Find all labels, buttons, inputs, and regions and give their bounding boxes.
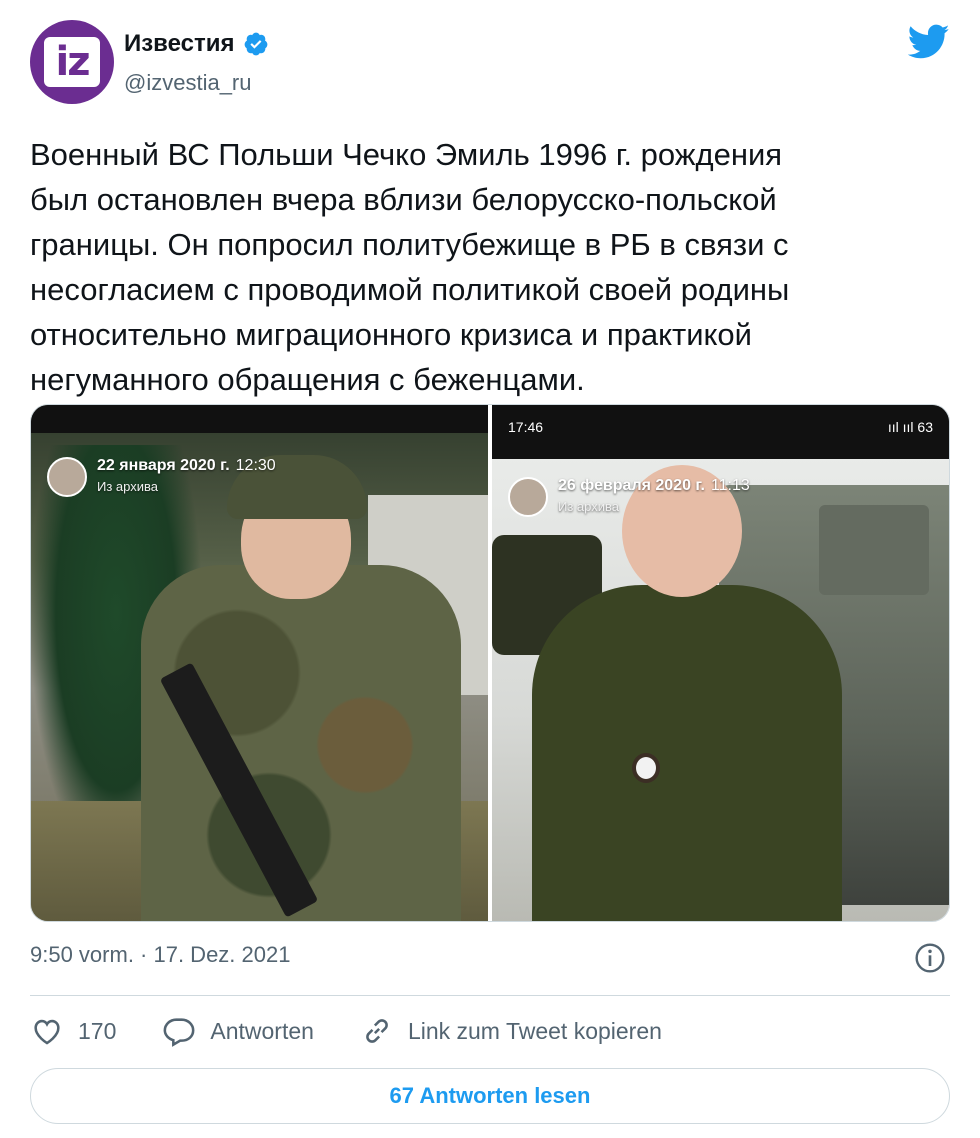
person-figure (532, 585, 842, 921)
copy-link-label: Link zum Tweet kopieren (407, 1017, 662, 1044)
story-avatar (508, 477, 548, 517)
vehicle-launcher (819, 505, 929, 595)
photo-top-bar (31, 405, 488, 433)
status-time: 17:46 (508, 419, 544, 435)
tweet-text: Военный ВС Польши Чечко Эмиль 1996 г. ро… (30, 137, 790, 397)
tweet-timestamp[interactable]: 9:50 vorm. · 17. Dez. 2021 (30, 942, 290, 968)
story-subtitle: Из архива (97, 479, 158, 494)
info-icon[interactable] (914, 942, 946, 974)
photo-left[interactable]: 22 января 2020 г. 12:30 Из архива (31, 405, 488, 921)
story-date: 26 февраля 2020 г. 11:13 (558, 477, 750, 495)
divider (30, 995, 950, 996)
story-date-text: 22 января 2020 г. (97, 457, 230, 474)
phone-status-bar: 17:46 ııl ııl 63 (492, 405, 949, 459)
story-date-text: 26 февраля 2020 г. (558, 477, 705, 494)
verified-badge-icon (244, 32, 267, 56)
avatar-logo: iz (44, 37, 100, 87)
reply-button[interactable]: Antworten (162, 1014, 314, 1048)
author-handle[interactable]: @izvestia_ru (124, 70, 252, 96)
copy-link-button[interactable]: Link zum Tweet kopieren (360, 1014, 662, 1048)
author-display-name[interactable]: Известия (124, 30, 235, 58)
story-meta-right: 26 февраля 2020 г. 11:13 Из архива (508, 477, 750, 517)
photo-right[interactable]: 17:46 ııl ııl 63 26 февраля 2020 г. 11:13… (492, 405, 949, 921)
twitter-bird-icon[interactable] (908, 24, 950, 60)
story-date: 22 января 2020 г. 12:30 (97, 457, 276, 475)
story-time: 12:30 (235, 457, 276, 474)
tweet-media[interactable]: 22 января 2020 г. 12:30 Из архива 17:46 ı… (30, 404, 950, 922)
story-avatar (47, 457, 87, 497)
story-meta-left: 22 января 2020 г. 12:30 Из архива (47, 457, 276, 497)
avatar[interactable]: iz (30, 20, 114, 104)
reply-label: Antworten (210, 1017, 314, 1044)
like-button[interactable]: 170 (30, 1014, 116, 1048)
link-icon (366, 1019, 388, 1043)
reply-bubble-icon (163, 1018, 195, 1047)
story-subtitle: Из архива (558, 499, 619, 514)
likes-count: 170 (78, 1017, 117, 1044)
story-time: 11:13 (710, 477, 750, 494)
heart-icon (34, 1019, 60, 1045)
tweet-actions: 170 Antworten Link zum Tweet kopieren (30, 1014, 708, 1048)
author-name-row[interactable]: Известия (124, 30, 269, 58)
status-indicators: ııl ııl 63 (887, 419, 933, 435)
wristwatch (632, 753, 660, 783)
read-replies-button[interactable]: 67 Antworten lesen (30, 1068, 950, 1124)
